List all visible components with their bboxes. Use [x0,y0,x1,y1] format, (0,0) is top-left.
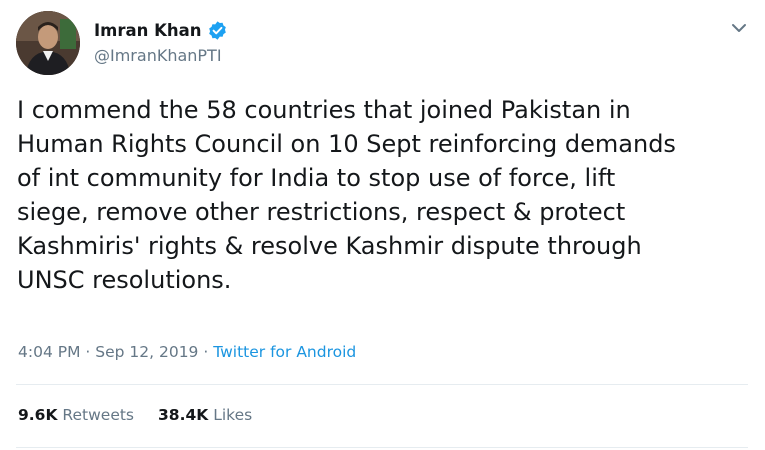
retweets-stat[interactable]: 9.6K Retweets [18,406,134,424]
author-display-name[interactable]: Imran Khan [94,21,202,40]
tweet-text-line: I commend the 58 countries that joined P… [17,96,631,124]
author-name-row: Imran Khan [94,20,228,41]
tweet-source-link[interactable]: Twitter for Android [213,343,356,361]
tweet-text-line: Human Rights Council on 10 Sept reinforc… [17,130,676,158]
retweets-label: Retweets [62,406,135,424]
tweet-metadata: 4:04 PM · Sep 12, 2019 · Twitter for And… [18,343,356,361]
tweet-time[interactable]: 4:04 PM [18,343,80,361]
avatar-image [16,11,80,75]
divider [16,447,748,448]
likes-stat[interactable]: 38.4K Likes [158,406,252,424]
tweet-text-line: of int community for India to stop use o… [17,164,616,192]
chevron-down-icon[interactable] [728,17,750,39]
avatar[interactable] [16,11,80,75]
retweets-count: 9.6K [18,406,58,424]
tweet-text-line: Kashmiris' rights & resolve Kashmir disp… [17,232,642,260]
meta-separator: · [80,343,96,361]
likes-count: 38.4K [158,406,209,424]
author-handle[interactable]: @ImranKhanPTI [94,46,222,65]
verified-badge-icon [207,20,228,41]
meta-separator: · [198,343,214,361]
tweet-card: Imran Khan @ImranKhanPTI I commend the 5… [0,0,765,450]
tweet-text-line: siege, remove other restrictions, respec… [17,198,626,226]
tweet-date[interactable]: Sep 12, 2019 [95,343,198,361]
likes-label: Likes [213,406,253,424]
divider [16,384,748,385]
tweet-text: I commend the 58 countries that joined P… [17,93,747,297]
tweet-text-line: UNSC resolutions. [17,266,232,294]
tweet-stats: 9.6K Retweets 38.4K Likes [18,406,252,424]
